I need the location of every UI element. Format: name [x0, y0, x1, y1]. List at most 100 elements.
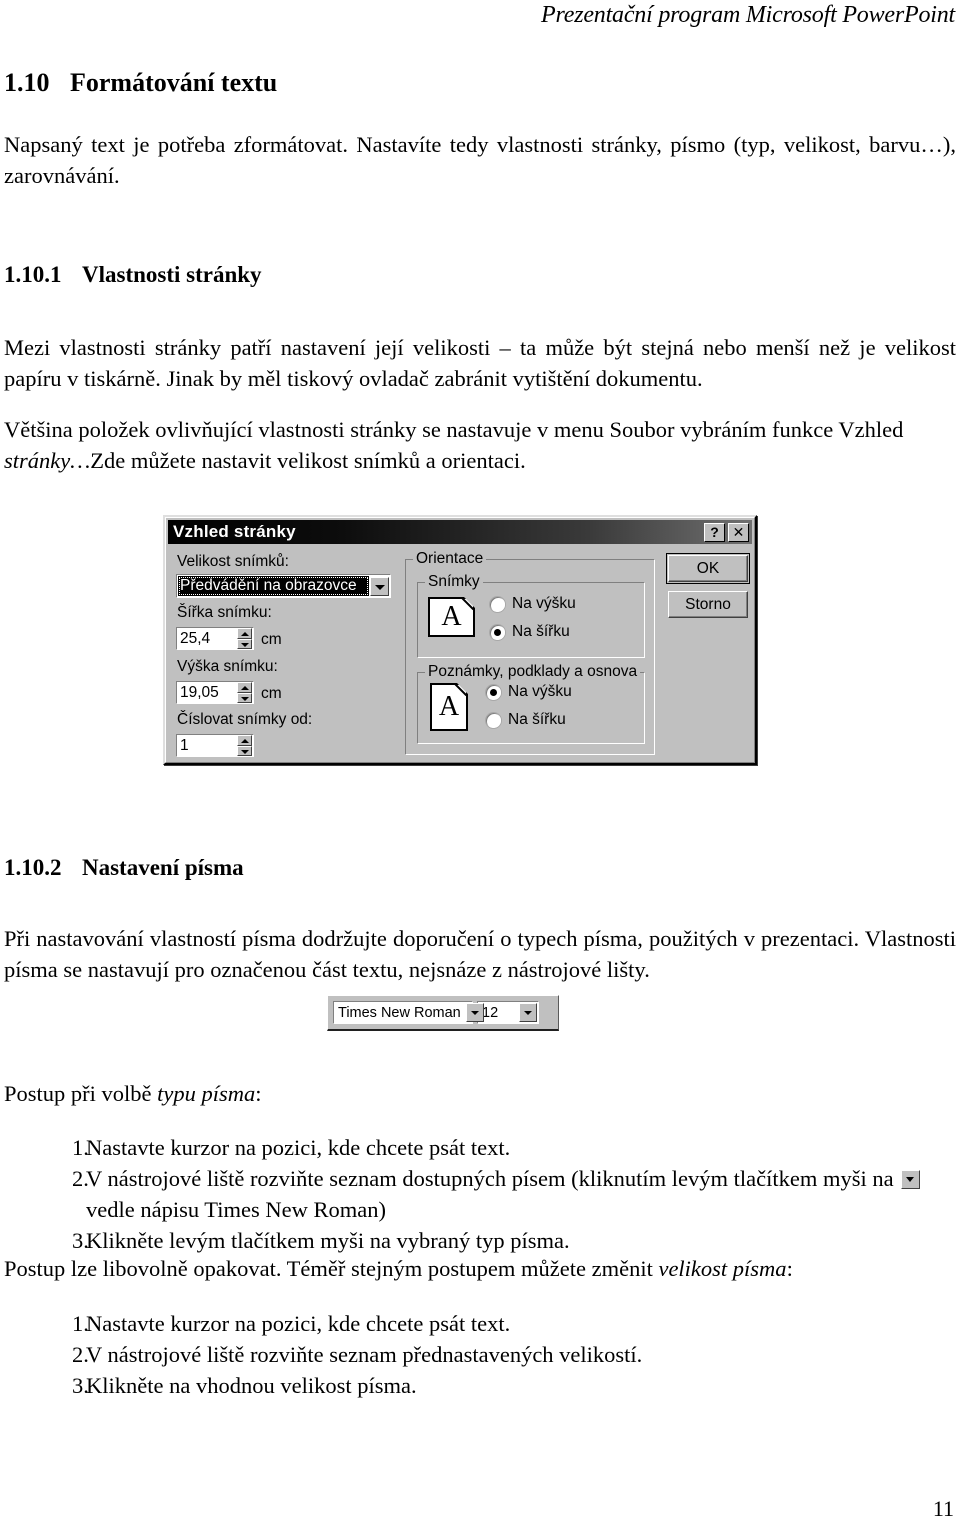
slides-group-title: Snímky [425, 573, 483, 591]
radio-notes-landscape[interactable]: Na šířku [486, 711, 566, 729]
slide-width-value[interactable]: 25,4 [177, 630, 237, 648]
list-item-text: V nástrojové liště rozviňte seznam předn… [86, 1342, 643, 1367]
number-from-value[interactable]: 1 [177, 737, 237, 755]
lead-in-font-size-italic: velikost písma [658, 1256, 787, 1281]
ordered-list-font-type: 1. Nastavte kurzor na pozici, kde chcete… [4, 1132, 954, 1256]
page-fold-line [453, 683, 468, 698]
radio-slides-landscape[interactable]: Na šířku [490, 623, 570, 641]
slides-landscape-page-icon: A [428, 597, 475, 637]
heading-1-10-1-title: Vlastnosti stránky [82, 262, 262, 287]
radio-slides-portrait[interactable]: Na výšku [490, 595, 576, 613]
radio-icon[interactable] [490, 596, 505, 612]
radio-icon[interactable] [486, 712, 501, 728]
page-fold-line [460, 597, 475, 612]
list-item-text: Klikněte levým tlačítkem myši na vybraný… [86, 1228, 570, 1253]
list-item: 1. Nastavte kurzor na pozici, kde chcete… [4, 1308, 954, 1339]
ok-button[interactable]: OK [666, 553, 750, 584]
radio-slides-portrait-label: Na výšku [512, 595, 576, 612]
paragraph-intro: Napsaný text je potřeba zformátovat. Nas… [4, 132, 956, 188]
list-item: 1. Nastavte kurzor na pozici, kde chcete… [4, 1132, 954, 1163]
help-icon[interactable]: ? [704, 522, 725, 542]
page-number: 11 [932, 1496, 954, 1521]
list-item-text-pre: V nástrojové liště rozviňte seznam dostu… [86, 1166, 900, 1191]
list-item-marker: 2. [72, 1342, 89, 1367]
slide-size-combo[interactable]: Předvádění na obrazovce [176, 574, 391, 598]
radio-notes-landscape-label: Na šířku [508, 711, 566, 728]
radio-slides-landscape-label: Na šířku [512, 623, 570, 640]
running-head: Prezentační program Microsoft PowerPoint [541, 2, 955, 28]
dialog-titlebar[interactable]: Vzhled stránky ? ✕ [168, 520, 752, 544]
spinner-down-icon[interactable] [237, 745, 252, 756]
chevron-down-icon[interactable] [465, 1003, 484, 1022]
ordered-list-font-size: 1. Nastavte kurzor na pozici, kde chcete… [4, 1308, 954, 1401]
heading-1-10: 1.10 Formátování textu [4, 68, 277, 98]
list-item: 3. Klikněte na vhodnou velikost písma. [4, 1370, 954, 1401]
slide-height-spinner[interactable] [237, 682, 252, 703]
heading-1-10-2-title: Nastavení písma [82, 855, 244, 880]
slide-height-label: Výška snímku: [177, 658, 278, 675]
notes-portrait-page-icon: A [430, 683, 468, 731]
heading-1-10-1-number: 1.10.1 [4, 262, 62, 287]
notes-group-title: Poznámky, podklady a osnova [425, 663, 641, 681]
list-item-marker: 1. [72, 1135, 89, 1160]
orientation-group-title: Orientace [413, 550, 487, 568]
paragraph-page-setup-menu-pre: Většina položek ovlivňující vlastnosti s… [4, 417, 904, 442]
list-item: 3. Klikněte levým tlačítkem myši na vybr… [4, 1225, 954, 1256]
spinner-up-icon[interactable] [237, 735, 252, 746]
paragraph-page-properties: Mezi vlastnosti stránky patří nastavení … [4, 335, 956, 391]
slide-height-unit: cm [261, 685, 282, 702]
page-setup-dialog[interactable]: Vzhled stránky ? ✕ Velikost snímků: Před… [163, 515, 757, 765]
cancel-button[interactable]: Storno [668, 591, 748, 618]
number-from-label: Číslovat snímky od: [177, 711, 313, 728]
orientation-groupbox: Orientace Snímky A Na výšku Na šířku Poz… [405, 550, 655, 755]
slides-groupbox: Snímky A Na výšku Na šířku [417, 573, 645, 658]
heading-1-10-2-number: 1.10.2 [4, 855, 62, 880]
heading-1-10-number: 1.10 [4, 68, 50, 97]
font-name-value: Times New Roman [338, 1004, 461, 1021]
slide-size-value: Předvádění na obrazovce [178, 576, 369, 596]
lead-in-font-type: Postup při volbě typu písma: [4, 1078, 956, 1109]
number-from-stepper[interactable]: 1 [176, 734, 254, 757]
list-item: 2. V nástrojové liště rozviňte seznam př… [4, 1339, 954, 1370]
radio-notes-portrait-label: Na výšku [508, 683, 572, 700]
lead-in-font-type-post: : [255, 1081, 262, 1106]
list-item-text: Nastavte kurzor na pozici, kde chcete ps… [86, 1311, 511, 1336]
list-item-marker: 3. [72, 1228, 89, 1253]
list-item-marker: 1. [72, 1311, 89, 1336]
close-icon[interactable]: ✕ [728, 522, 749, 542]
spinner-down-icon[interactable] [237, 638, 252, 649]
slide-size-label: Velikost snímků: [177, 553, 289, 570]
font-size-combo[interactable]: 12 [477, 1001, 539, 1024]
slide-height-value[interactable]: 19,05 [177, 684, 237, 702]
list-item-marker: 3. [72, 1373, 89, 1398]
paragraph-page-setup-menu: Většina položek ovlivňující vlastnosti s… [4, 414, 956, 476]
page-icon-letter: A [441, 601, 462, 632]
chevron-down-icon[interactable] [519, 1003, 537, 1022]
slide-height-stepper[interactable]: 19,05 [176, 681, 254, 704]
spinner-down-icon[interactable] [237, 692, 252, 703]
list-item-marker: 2. [72, 1166, 89, 1191]
lead-in-font-size-pre: Postup lze libovolně opakovat. Téměř ste… [4, 1256, 659, 1281]
lead-in-font-type-italic: typu písma [157, 1081, 256, 1106]
radio-icon-selected[interactable] [490, 624, 505, 640]
formatting-toolbar[interactable]: Times New Roman 12 [327, 995, 559, 1031]
spinner-up-icon[interactable] [237, 682, 252, 693]
number-from-spinner[interactable] [237, 735, 252, 756]
list-item-text: Klikněte na vhodnou velikost písma. [86, 1373, 417, 1398]
slide-width-stepper[interactable]: 25,4 [176, 627, 254, 650]
radio-notes-portrait[interactable]: Na výšku [486, 683, 572, 701]
chevron-down-icon[interactable] [370, 576, 389, 596]
spinner-up-icon[interactable] [237, 628, 252, 639]
radio-icon-selected[interactable] [486, 684, 501, 700]
dropdown-arrow-icon[interactable] [901, 1170, 921, 1189]
paragraph-page-setup-menu-post: Zde můžete nastavit velikost snímků a or… [90, 448, 526, 473]
lead-in-font-size-post: : [786, 1256, 793, 1281]
paragraph-font-settings: Při nastavování vlastností písma dodržuj… [4, 926, 956, 982]
lead-in-font-type-pre: Postup při volbě [4, 1081, 158, 1106]
font-name-combo[interactable]: Times New Roman [333, 1001, 484, 1024]
heading-1-10-title: Formátování textu [70, 68, 278, 97]
slide-width-spinner[interactable] [237, 628, 252, 649]
notes-groupbox: Poznámky, podklady a osnova A Na výšku N… [417, 663, 645, 744]
lead-in-font-size: Postup lze libovolně opakovat. Téměř ste… [4, 1253, 956, 1284]
paragraph-page-setup-menu-italic: stránky… [4, 448, 91, 473]
